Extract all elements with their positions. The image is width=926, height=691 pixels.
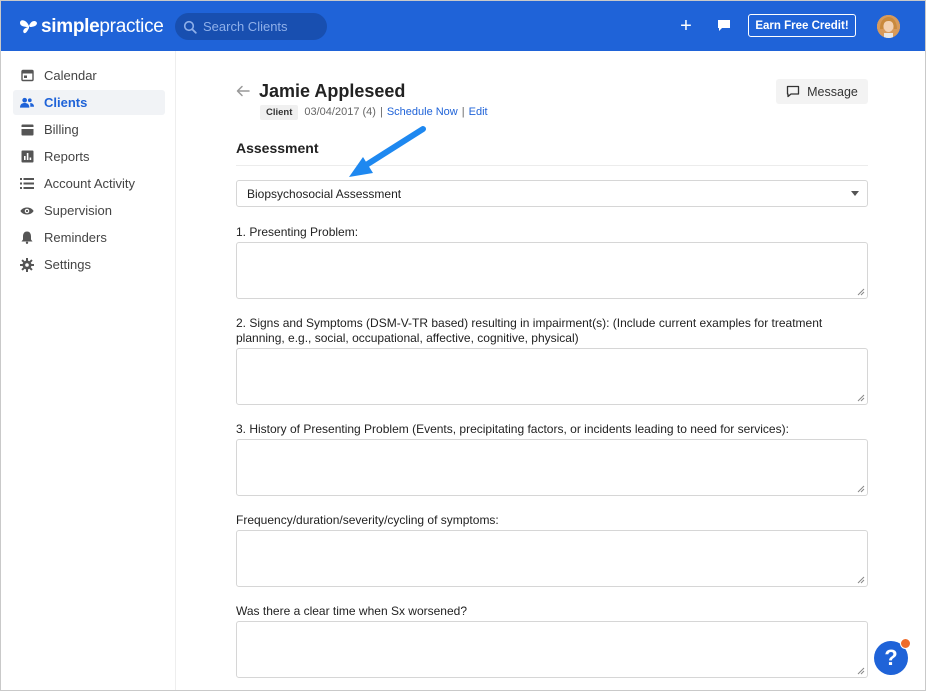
client-meta: Client 03/04/2017 (4) | Schedule Now | E… [260,104,488,120]
eye-icon [20,204,34,218]
separator: | [461,106,465,118]
sidebar-item-label: Reminders [44,230,107,245]
list-icon [20,177,34,191]
resize-handle-icon[interactable] [857,288,865,296]
sidebar-item-label: Settings [44,257,91,272]
sidebar: Calendar Clients Billing Reports Account… [1,51,175,690]
sidebar-item-label: Reports [44,149,90,164]
people-icon [20,96,34,110]
annotation-arrow-icon [349,126,426,177]
top-bar: simplepractice + Earn Free Credit! [1,1,925,51]
question-label: 3. History of Presenting Problem (Events… [236,422,789,436]
sidebar-item-label: Billing [44,122,79,137]
message-button[interactable]: Message [776,79,868,104]
question-label: 1. Presenting Problem: [236,225,359,239]
sidebar-item-account-activity[interactable]: Account Activity [13,171,165,196]
resize-handle-icon[interactable] [857,394,865,402]
message-button-label: Message [807,84,858,99]
billing-icon [20,123,34,137]
user-photo-icon [877,15,900,38]
sidebar-item-label: Clients [44,95,88,110]
client-dob: 03/04/2017 (4) [304,106,376,118]
search-input[interactable] [203,19,313,34]
reports-icon [20,150,34,164]
chat-icon[interactable] [717,19,731,32]
sidebar-item-reminders[interactable]: Reminders [13,225,165,250]
section-title: Assessment [236,140,319,156]
history-presenting-problem-field[interactable] [236,439,868,496]
sidebar-item-supervision[interactable]: Supervision [13,198,165,223]
section-divider [236,165,868,166]
resize-handle-icon[interactable] [857,485,865,493]
search-icon [183,20,197,34]
avatar[interactable] [877,15,900,38]
sidebar-item-settings[interactable]: Settings [13,252,165,277]
client-badge: Client [260,104,299,120]
separator: | [379,106,383,118]
notification-dot [900,638,911,649]
message-icon [786,85,800,98]
logo-text-bold: simple [41,16,100,37]
edit-link[interactable]: Edit [469,106,488,118]
sidebar-item-label: Calendar [44,68,97,83]
app-window: simplepractice + Earn Free Credit! [0,0,926,691]
presenting-problem-field[interactable] [236,242,868,299]
add-plus-icon[interactable]: + [677,15,695,37]
sidebar-divider [175,51,176,690]
client-name: Jamie Appleseed [259,81,406,101]
sidebar-item-billing[interactable]: Billing [13,117,165,142]
question-label: Was there a clear time when Sx worsened? [236,604,467,618]
sidebar-item-reports[interactable]: Reports [13,144,165,169]
logo-text-light: practice [99,16,164,37]
sidebar-item-label: Account Activity [44,176,136,191]
signs-symptoms-field[interactable] [236,348,868,405]
earn-free-credit-button[interactable]: Earn Free Credit! [748,14,856,37]
resize-handle-icon[interactable] [857,667,865,675]
calendar-icon [20,69,34,83]
frequency-duration-field[interactable] [236,530,868,587]
question-label: Frequency/duration/severity/cycling of s… [236,513,499,527]
butterfly-logo-icon [20,20,37,34]
symptoms-worsened-field[interactable] [236,621,868,678]
selected-form-value: Biopsychosocial Assessment [247,186,402,201]
gear-icon [20,257,34,272]
sidebar-item-label: Supervision [44,203,112,218]
assessment-form-select[interactable]: Biopsychosocial Assessment [236,180,868,207]
sidebar-item-calendar[interactable]: Calendar [13,63,165,88]
resize-handle-icon[interactable] [857,576,865,584]
logo[interactable]: simple practice [19,13,164,41]
chevron-down-icon [851,191,859,196]
schedule-now-link[interactable]: Schedule Now [387,106,458,118]
sidebar-item-clients[interactable]: Clients [13,90,165,115]
back-arrow-icon[interactable] [235,83,251,99]
search-bar[interactable] [175,13,327,40]
bell-icon [20,231,34,245]
question-label: 2. Signs and Symptoms (DSM-V-TR based) r… [236,316,823,345]
